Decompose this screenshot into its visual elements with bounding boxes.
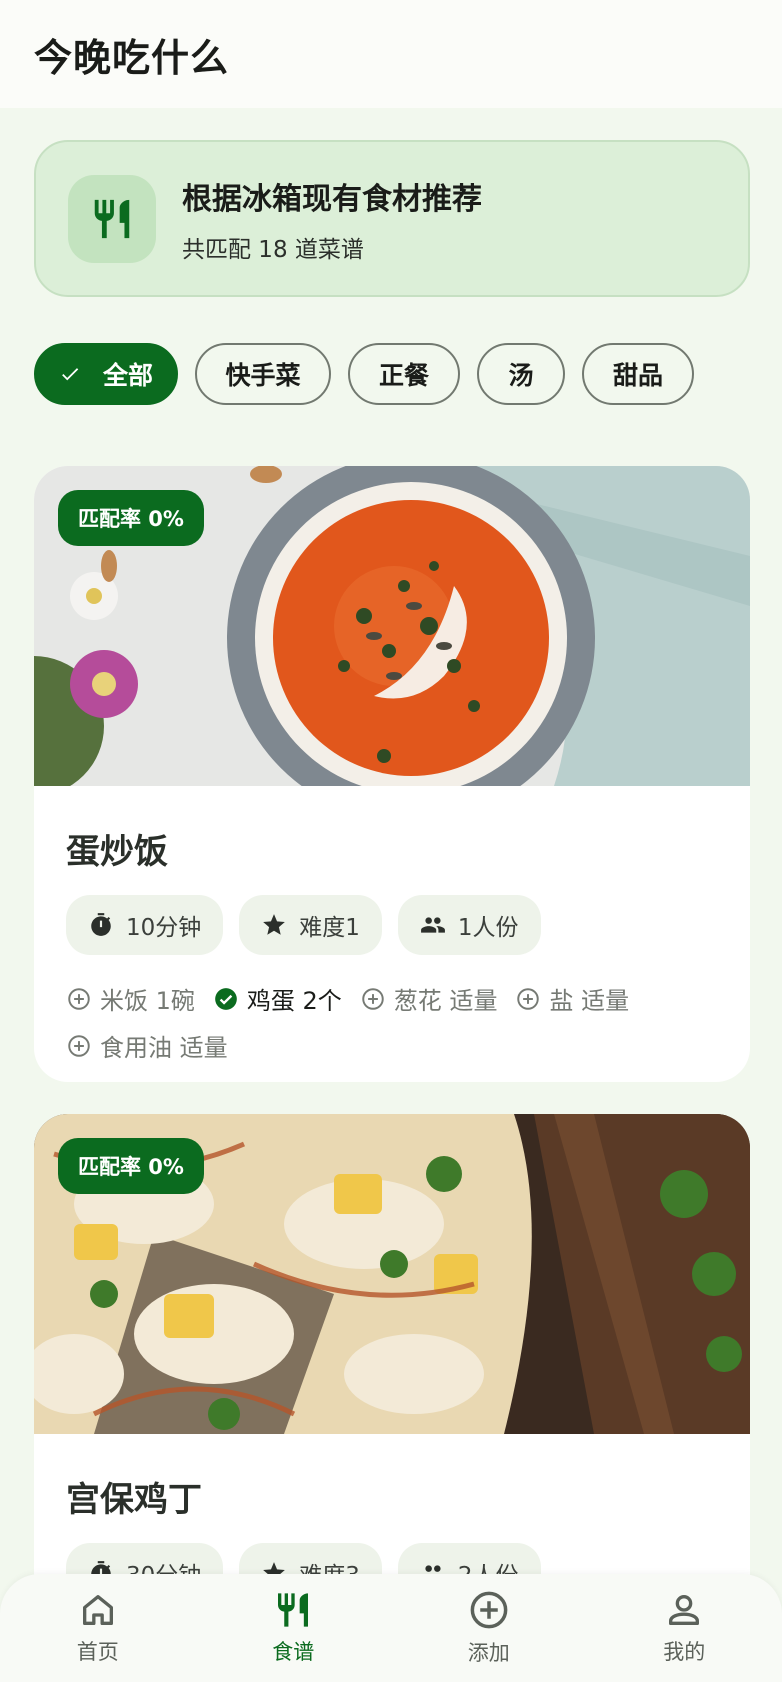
banner-text: 根据冰箱现有食材推荐 共匹配 18 道菜谱 <box>182 174 482 264</box>
add-circle-icon <box>362 987 384 1010</box>
banner-subtitle: 共匹配 18 道菜谱 <box>182 236 364 263</box>
ingredient-list: 米饭 1碗 鸡蛋 2个 葱花 适量 盐 适量 食用油 适量 <box>66 981 706 1063</box>
person-icon <box>669 1595 700 1625</box>
add-circle-icon <box>470 1591 508 1629</box>
filter-chip-label: 甜品 <box>612 361 663 390</box>
ingredient-missing[interactable]: 葱花 适量 <box>360 981 498 1016</box>
check-icon <box>59 363 81 385</box>
nav-item-home[interactable]: 首页 <box>23 1590 173 1666</box>
tomato-soup-photo: 匹配率 0% <box>34 466 750 786</box>
nav-label: 首页 <box>76 1640 119 1664</box>
ingredient-missing[interactable]: 盐 适量 <box>515 981 629 1016</box>
filter-chip-label: 汤 <box>508 361 534 390</box>
utensils-icon <box>68 174 156 263</box>
pizza-photo: 匹配率 0% <box>34 1114 750 1434</box>
nav-label: 添加 <box>467 1641 510 1665</box>
add-circle-icon <box>68 987 90 1010</box>
recipe-card[interactable]: 匹配率 0% 宫保鸡丁 30分钟 难度3 2人份 <box>34 1114 750 1634</box>
filter-chip-meal[interactable]: 正餐 <box>348 343 460 405</box>
ingredient-label: 鸡蛋 2个 <box>246 987 342 1015</box>
filter-chips: 全部 快手菜 正餐 汤 甜品 <box>34 343 694 405</box>
recipe-card-body: 蛋炒饭 10分钟 难度1 1人份 米饭 1碗 鸡蛋 2个 葱花 适量 盐 适量 … <box>34 786 750 1063</box>
bottom-navigation: 首页 食谱 添加 我的 <box>0 1574 782 1682</box>
star-icon <box>263 914 286 935</box>
filter-chip-all[interactable]: 全部 <box>34 343 178 405</box>
filter-chip-label: 正餐 <box>378 361 429 390</box>
recipe-title: 宫保鸡丁 <box>66 1480 202 1520</box>
filter-chip-soup[interactable]: 汤 <box>477 343 565 405</box>
recipe-title: 蛋炒饭 <box>66 832 168 872</box>
time-label: 10分钟 <box>126 915 202 941</box>
nav-item-profile[interactable]: 我的 <box>609 1590 759 1666</box>
nav-item-add[interactable]: 添加 <box>414 1589 564 1667</box>
match-rate-badge: 匹配率 0% <box>58 1138 204 1194</box>
ingredient-available[interactable]: 鸡蛋 2个 <box>213 981 342 1016</box>
ingredient-missing[interactable]: 米饭 1碗 <box>66 981 195 1016</box>
filter-chip-quick[interactable]: 快手菜 <box>195 343 331 405</box>
top-app-bar: 今晚吃什么 <box>0 0 782 108</box>
ingredient-label: 食用油 适量 <box>100 1034 228 1062</box>
recipe-meta: 10分钟 难度1 1人份 <box>66 895 718 955</box>
filter-chip-label: 全部 <box>102 361 153 390</box>
ingredient-missing[interactable]: 食用油 适量 <box>66 1028 228 1063</box>
home-icon <box>82 1595 113 1625</box>
page-title: 今晚吃什么 <box>34 35 230 80</box>
servings-pill: 1人份 <box>397 895 541 955</box>
utensils-icon <box>278 1593 309 1627</box>
difficulty-pill: 难度1 <box>239 895 382 955</box>
filter-chip-dessert[interactable]: 甜品 <box>582 343 694 405</box>
difficulty-label: 难度1 <box>299 915 360 941</box>
recipe-card[interactable]: 匹配率 0% 蛋炒饭 10分钟 难度1 1人份 米饭 1碗 鸡蛋 2个 葱花 适… <box>34 466 750 1082</box>
banner-title: 根据冰箱现有食材推荐 <box>182 181 482 217</box>
servings-label: 1人份 <box>457 915 519 941</box>
nav-item-recipes[interactable]: 食谱 <box>218 1590 368 1666</box>
recommendation-banner[interactable]: 根据冰箱现有食材推荐 共匹配 18 道菜谱 <box>34 140 750 297</box>
app: 今晚吃什么 根据冰箱现有食材推荐 共匹配 18 道菜谱 全部 快手菜 正餐 汤 … <box>0 0 782 1682</box>
filter-chip-label: 快手菜 <box>225 361 301 390</box>
time-pill: 10分钟 <box>66 895 224 955</box>
check-circle-icon <box>215 987 237 1010</box>
ingredient-label: 葱花 适量 <box>393 987 498 1015</box>
ingredient-label: 盐 适量 <box>549 987 630 1015</box>
match-rate-badge: 匹配率 0% <box>58 490 204 546</box>
nav-label: 我的 <box>663 1640 706 1664</box>
ingredient-label: 米饭 1碗 <box>100 987 195 1015</box>
nav-label: 食谱 <box>272 1640 315 1664</box>
people-icon <box>421 917 445 933</box>
timer-icon <box>91 913 111 936</box>
add-circle-icon <box>517 987 540 1010</box>
add-circle-icon <box>68 1034 90 1057</box>
